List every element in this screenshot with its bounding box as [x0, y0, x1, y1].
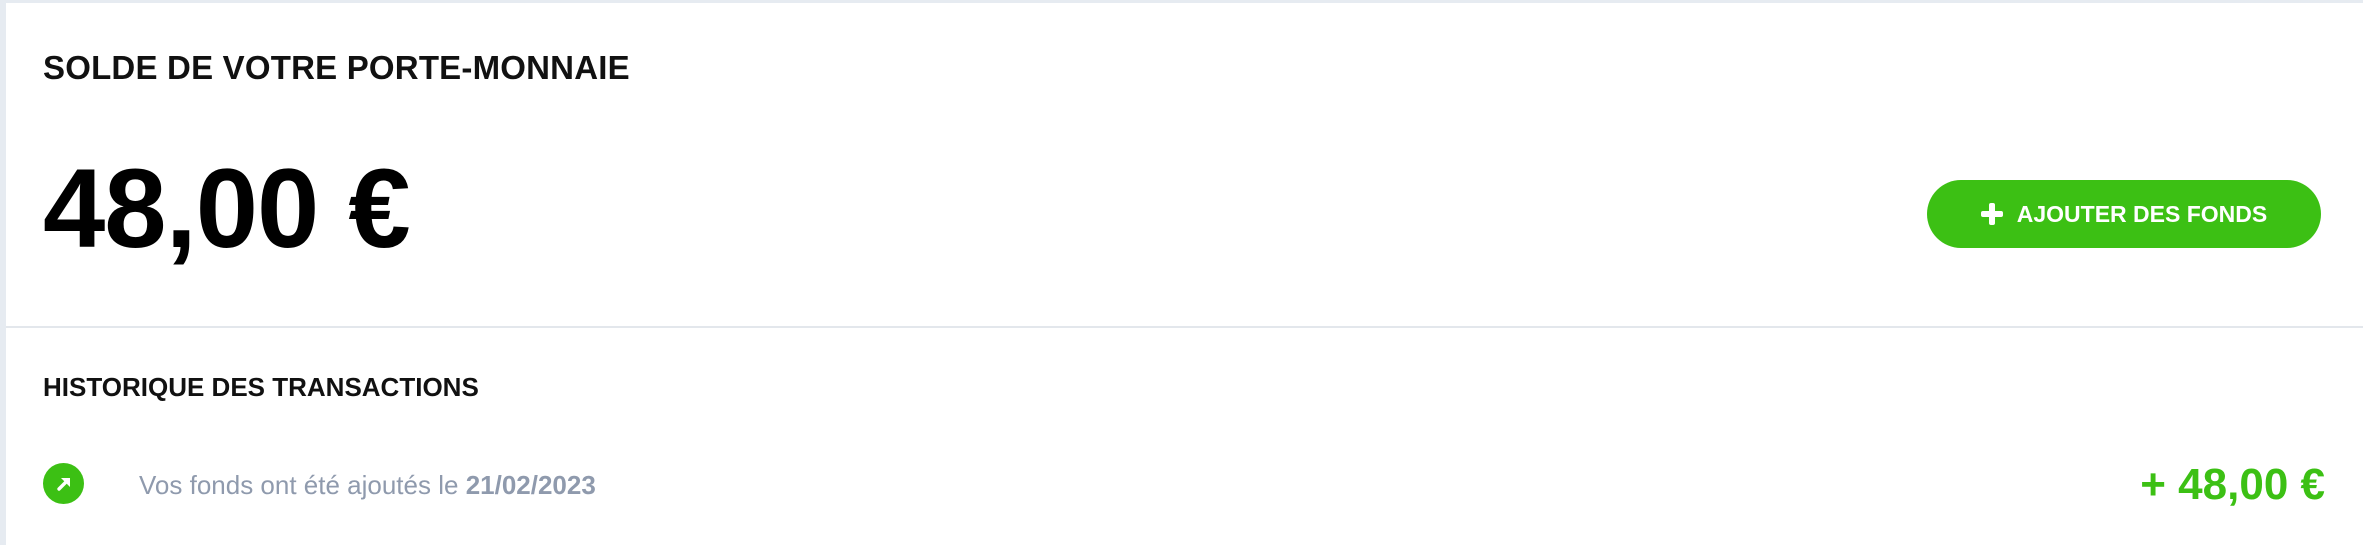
transaction-amount: + 48,00 € [2140, 460, 2325, 509]
balance-section: SOLDE DE VOTRE PORTE-MONNAIE 48,00 € AJO… [6, 3, 2363, 328]
transaction-date: 21/02/2023 [465, 470, 596, 500]
wallet-balance-amount: 48,00 € [43, 146, 411, 271]
transaction-description: Vos fonds ont été ajoutés le 21/02/2023 [139, 470, 596, 501]
plus-icon [1980, 203, 2003, 225]
add-funds-button[interactable]: AJOUTER DES FONDS [1927, 180, 2321, 248]
wallet-card: SOLDE DE VOTRE PORTE-MONNAIE 48,00 € AJO… [6, 3, 2363, 545]
add-funds-label: AJOUTER DES FONDS [2016, 200, 2268, 227]
transaction-history-section: HISTORIQUE DES TRANSACTIONS Vos fonds on… [6, 328, 2363, 543]
arrow-up-right-icon [43, 463, 84, 504]
transaction-description-text: Vos fonds ont été ajoutés le [139, 470, 466, 500]
page: SOLDE DE VOTRE PORTE-MONNAIE 48,00 € AJO… [0, 0, 2363, 545]
transaction-history-title: HISTORIQUE DES TRANSACTIONS [43, 372, 479, 402]
transaction-row: Vos fonds ont été ajoutés le 21/02/2023 … [43, 456, 2325, 514]
wallet-balance-title: SOLDE DE VOTRE PORTE-MONNAIE [43, 49, 630, 86]
